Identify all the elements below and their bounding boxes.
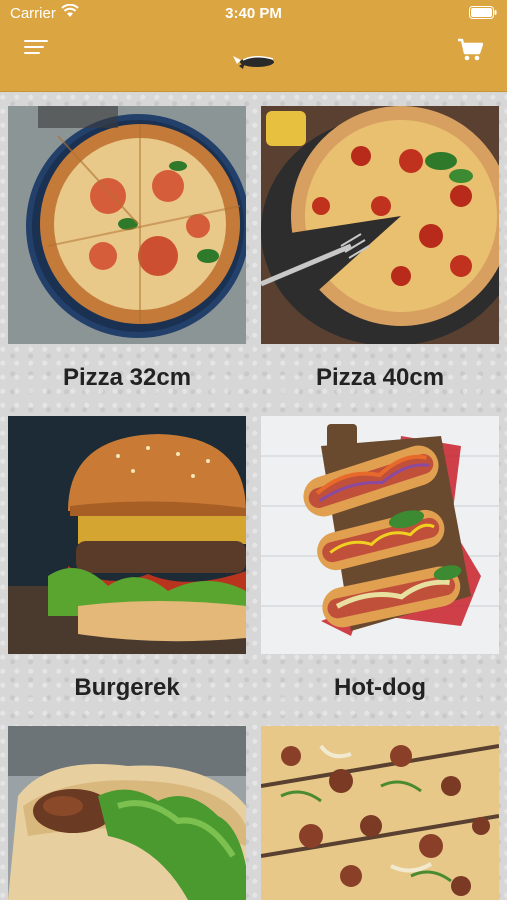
hotdog-photo — [261, 416, 499, 654]
category-label: Pizza 40cm — [315, 364, 445, 391]
wrap-photo — [8, 726, 246, 900]
app-header: Carrier 3:40 PM — [0, 0, 507, 92]
battery-icon — [469, 6, 497, 19]
pizza-40-photo — [261, 106, 499, 344]
category-card-pizza-32[interactable]: Pizza 32cm — [8, 106, 246, 391]
category-card-hotdog[interactable]: Hot-dog — [261, 416, 499, 701]
burger-photo — [8, 416, 246, 654]
category-label: Burgerek — [74, 674, 180, 701]
category-card-burgers[interactable]: Burgerek — [8, 416, 246, 701]
shopping-cart-icon[interactable] — [457, 38, 483, 62]
status-bar: Carrier 3:40 PM — [0, 0, 507, 28]
category-label: Pizza 32cm — [62, 364, 192, 391]
brand-logo — [233, 56, 274, 69]
category-card-pizza-40[interactable]: Pizza 40cm — [261, 106, 499, 391]
category-label: Hot-dog — [334, 674, 426, 701]
pizza-32-photo — [8, 106, 246, 344]
category-card-wrap[interactable] — [8, 726, 246, 900]
category-card-flatbread[interactable] — [261, 726, 499, 900]
flatbread-photo — [261, 726, 499, 900]
clock: 3:40 PM — [225, 5, 282, 22]
hamburger-menu-icon[interactable] — [24, 40, 50, 60]
